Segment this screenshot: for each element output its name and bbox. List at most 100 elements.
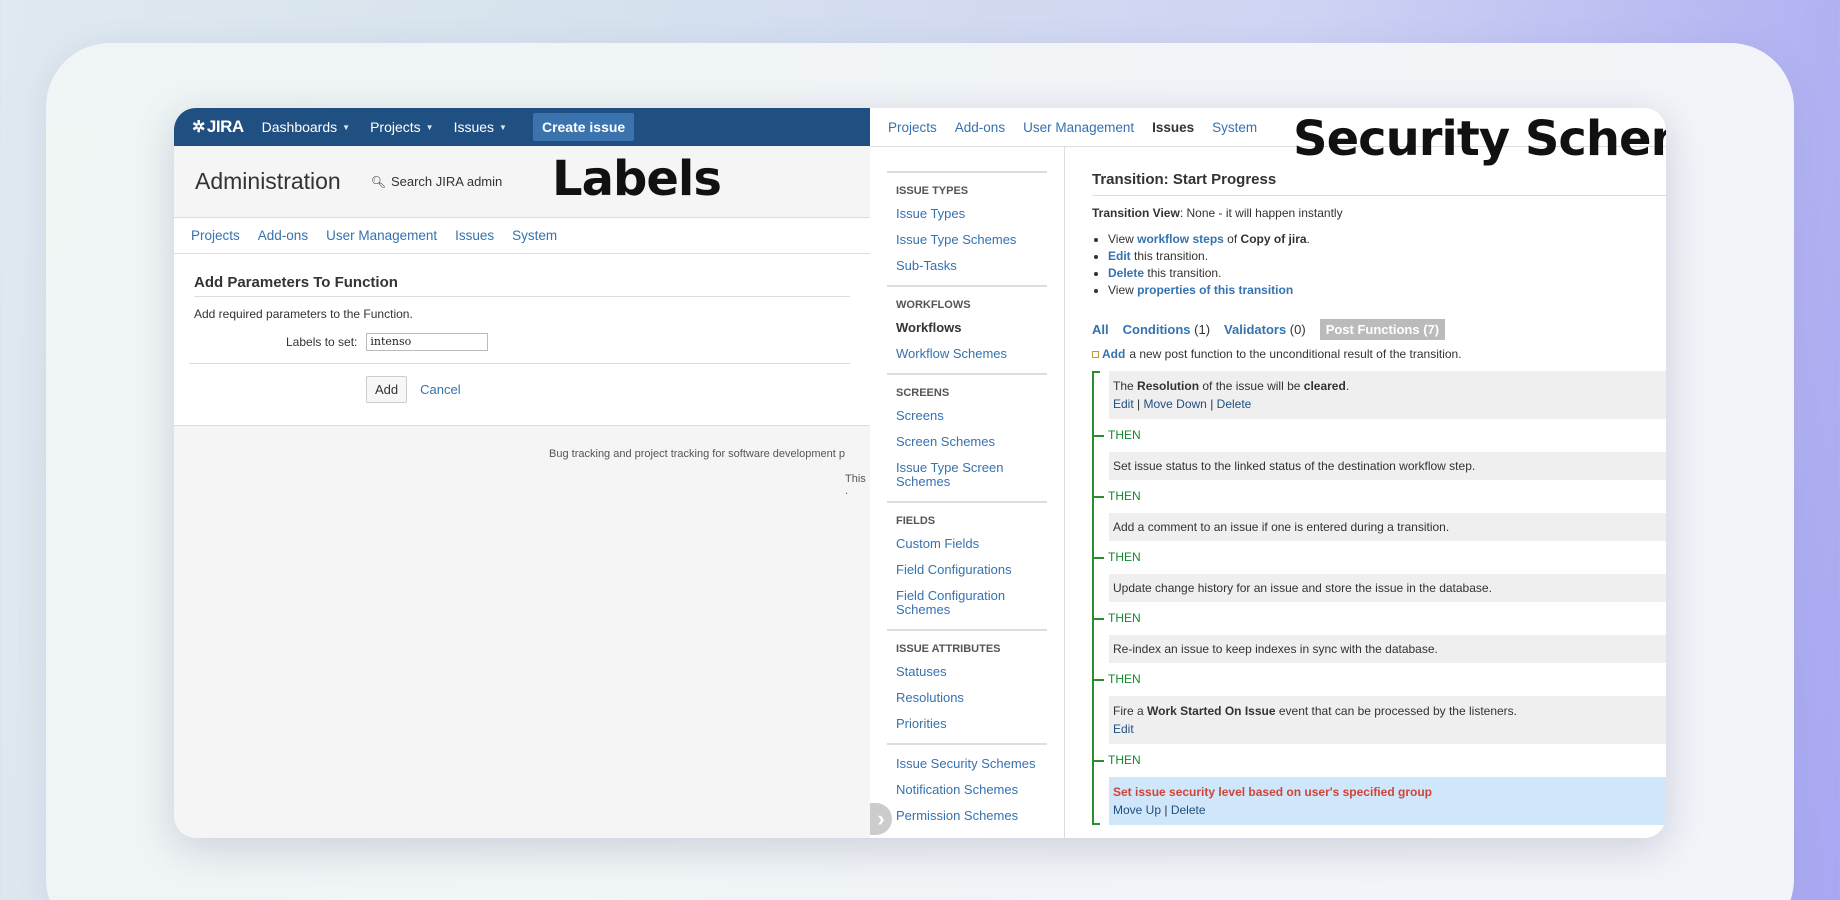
jira-logo-icon: ✲ [192,119,205,136]
sidebar-item-notification-schemes[interactable]: Notification Schemes [887,783,1047,797]
tab-all[interactable]: All [1092,322,1109,337]
sidebar-item-resolutions[interactable]: Resolutions [887,691,1047,705]
footer-text-2: This . [845,473,866,497]
add-button[interactable]: Add [366,376,408,403]
cancel-link[interactable]: Cancel [420,382,460,397]
admin-sidebar: ISSUE TYPES Issue Types Issue Type Schem… [870,147,1065,838]
topnav-system[interactable]: System [1212,120,1257,135]
list-item: View workflow steps of Copy of jira. [1108,232,1666,246]
post-function-item: The Resolution of the issue will be clea… [1109,371,1666,419]
transition-title: Transition: Start Progress [1092,171,1666,196]
transition-tabs: All Conditions (1) Validators (0) Post F… [1092,319,1666,340]
delete-transition-link[interactable]: Delete [1108,266,1144,280]
sidebar-group-schemes: Issue Security Schemes Notification Sche… [887,743,1047,823]
sidebar-item-custom-fields[interactable]: Custom Fields [887,537,1047,551]
post-function-item: Set issue status to the linked status of… [1109,452,1666,480]
subnav-user-management[interactable]: User Management [326,228,437,243]
admin-header: Administration 🔍︎ Search JIRA admin Label… [174,146,870,218]
topnav-user-management[interactable]: User Management [1023,120,1134,135]
form-title: Add Parameters To Function [194,274,850,297]
then-connector: THEN [1094,489,1666,503]
page-title: Administration [195,168,341,194]
jira-logo[interactable]: ✲ JIRA [192,117,244,137]
topnav-addons[interactable]: Add-ons [955,120,1005,135]
admin-search[interactable]: 🔍︎ Search JIRA admin [371,174,503,189]
post-function-item: Update change history for an issue and s… [1109,574,1666,602]
sidebar-item-issue-type-schemes[interactable]: Issue Type Schemes [887,233,1047,247]
sidebar-item-workflows[interactable]: Workflows [887,321,1047,335]
then-connector: THEN [1094,753,1666,767]
sidebar-item-statuses[interactable]: Statuses [887,665,1047,679]
sidebar-group-workflows: WORKFLOWS Workflows Workflow Schemes [887,285,1047,361]
transition-detail: Transition: Start Progress Transition Vi… [1066,147,1666,838]
delete-link[interactable]: Delete [1217,397,1252,411]
search-icon: 🔍︎ [370,174,386,189]
admin-subnav: Projects Add-ons User Management Issues … [174,218,870,254]
properties-link[interactable]: properties of this transition [1137,283,1293,297]
subnav-projects[interactable]: Projects [191,228,240,243]
chevron-down-icon: ▼ [342,122,351,132]
sidebar-group-fields: FIELDS Custom Fields Field Configuration… [887,501,1047,617]
post-function-item: Fire a Work Started On Issue event that … [1109,696,1666,744]
edit-link[interactable]: Edit [1113,722,1134,736]
admin-topnav: Projects Add-ons User Management Issues … [870,108,1666,167]
sidebar-item-priorities[interactable]: Priorities [887,717,1047,731]
sidebar-item-sub-tasks[interactable]: Sub-Tasks [887,259,1047,273]
post-function-item: Add a comment to an issue if one is ente… [1109,513,1666,541]
then-connector: THEN [1094,428,1666,442]
list-item: View properties of this transition [1108,283,1666,297]
sidebar-item-screen-schemes[interactable]: Screen Schemes [887,435,1047,449]
security-scheme-panel: Projects Add-ons User Management Issues … [870,108,1666,838]
sidebar-item-screens[interactable]: Screens [887,409,1047,423]
topnav-projects[interactable]: Projects [888,120,937,135]
sidebar-group-issue-attributes: ISSUE ATTRIBUTES Statuses Resolutions Pr… [887,629,1047,731]
then-connector: THEN [1094,550,1666,564]
add-square-icon [1092,350,1099,358]
edit-transition-link[interactable]: Edit [1108,249,1131,263]
post-function-item: Re-index an issue to keep indexes in syn… [1109,635,1666,663]
sidebar-item-workflow-schemes[interactable]: Workflow Schemes [887,347,1047,361]
subnav-issues[interactable]: Issues [455,228,494,243]
labels-panel: ✲ JIRA Dashboards ▼ Projects ▼ Issues ▼ Crea… [174,108,870,838]
nav-issues[interactable]: Issues ▼ [454,119,507,135]
delete-link[interactable]: Delete [1171,803,1206,817]
subnav-addons[interactable]: Add-ons [258,228,308,243]
sidebar-group-issue-types: ISSUE TYPES Issue Types Issue Type Schem… [887,171,1047,273]
tab-validators[interactable]: Validators (0) [1224,322,1306,337]
function-form: Add Parameters To Function Add required … [174,254,870,426]
sidebar-item-issue-security-schemes[interactable]: Issue Security Schemes [887,757,1047,771]
then-connector: THEN [1094,672,1666,686]
tab-post-functions[interactable]: Post Functions (7) [1319,319,1446,340]
sidebar-item-field-configuration-schemes[interactable]: Field Configuration Schemes [887,589,1047,617]
move-up-link[interactable]: Move Up [1113,803,1161,817]
sidebar-item-issue-type-screen-schemes[interactable]: Issue Type Screen Schemes [887,461,1047,489]
nav-dashboards[interactable]: Dashboards ▼ [262,119,350,135]
sidebar-item-issue-types[interactable]: Issue Types [887,207,1047,221]
labels-field-label: Labels to set: [286,335,358,349]
topnav-issues[interactable]: Issues [1152,120,1194,135]
sidebar-item-permission-schemes[interactable]: Permission Schemes [887,809,1047,823]
add-post-function-link[interactable]: Add [1102,347,1125,361]
labels-field-row: Labels to set: intenso [189,333,850,364]
workflow-steps-link[interactable]: workflow steps [1137,232,1224,246]
footer-text: Bug tracking and project tracking for so… [549,448,845,460]
transition-view: Transition View: None - it will happen i… [1092,206,1343,220]
subnav-system[interactable]: System [512,228,557,243]
form-actions: Add Cancel [366,376,850,403]
then-connector: THEN [1094,611,1666,625]
transition-links: View workflow steps of Copy of jira. Edi… [1092,232,1666,297]
sidebar-item-field-configurations[interactable]: Field Configurations [887,563,1047,577]
security-level-function: Set issue security level based on user's… [1113,785,1432,799]
chevron-down-icon: ▼ [425,122,434,132]
form-description: Add required parameters to the Function. [194,307,413,321]
screenshot-card: ✲ JIRA Dashboards ▼ Projects ▼ Issues ▼ Crea… [174,108,1666,838]
edit-link[interactable]: Edit [1113,397,1134,411]
add-post-function-line: Add a new post function to the unconditi… [1092,347,1666,361]
create-issue-button[interactable]: Create issue [532,113,635,141]
tab-conditions[interactable]: Conditions (1) [1123,322,1210,337]
nav-projects[interactable]: Projects ▼ [370,119,434,135]
jira-header: ✲ JIRA Dashboards ▼ Projects ▼ Issues ▼ Crea… [174,108,870,146]
labels-input[interactable]: intenso [366,333,489,351]
post-function-item-highlighted: Set issue security level based on user's… [1109,777,1666,825]
move-down-link[interactable]: Move Down [1144,397,1207,411]
